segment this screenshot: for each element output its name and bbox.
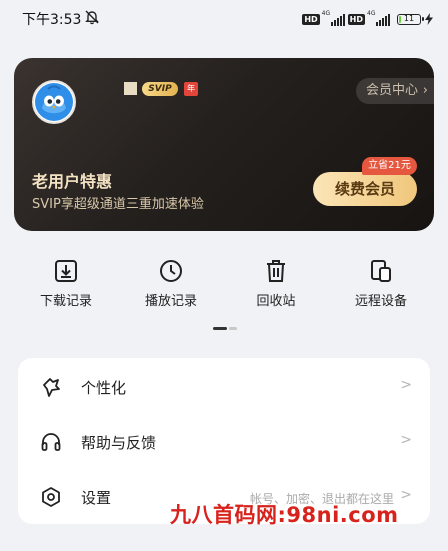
list-item-personalize[interactable]: 个性化 > [18, 360, 430, 414]
hd-badge: HD [302, 14, 320, 25]
svip-badge: SVIP [142, 82, 178, 96]
signal-icon: 4G [322, 10, 345, 26]
clock-icon [131, 258, 211, 284]
quick-action-label: 播放记录 [144, 294, 197, 309]
list-item-label: 设置 [81, 489, 112, 507]
list-item-help-feedback[interactable]: 帮助与反馈 > [18, 415, 430, 469]
quick-action-label: 下载记录 [39, 294, 92, 309]
avatar[interactable] [32, 80, 76, 124]
bell-muted-icon [84, 9, 100, 29]
personalize-icon [40, 376, 62, 398]
page-indicator [213, 327, 237, 330]
charging-icon [424, 10, 434, 29]
quick-actions: 下载记录 播放记录 回收站 远程设备 [14, 258, 434, 318]
signal-icon: 4G [367, 10, 390, 26]
quick-action-downloads[interactable]: 下载记录 [26, 258, 106, 309]
username-placeholder [124, 82, 137, 95]
battery-icon: 11 [397, 14, 424, 25]
chevron-right-icon: > [400, 377, 412, 393]
renew-membership-button[interactable]: 续费会员 [313, 172, 417, 206]
year-badge: 年 [184, 82, 198, 96]
watermark-text: 九八首码网:98ni.com [170, 503, 399, 527]
list-item-label: 个性化 [81, 379, 127, 397]
chevron-right-icon: > [400, 432, 412, 448]
download-box-icon [26, 258, 106, 284]
trash-icon [236, 258, 316, 284]
headset-icon [40, 431, 62, 453]
quick-action-history[interactable]: 播放记录 [131, 258, 211, 309]
member-center-button[interactable]: 会员中心 › [356, 78, 434, 104]
offer-title: 老用户特惠 [32, 172, 113, 191]
list-item-label: 帮助与反馈 [81, 434, 157, 452]
quick-action-recycle-bin[interactable]: 回收站 [236, 258, 316, 309]
settings-hexagon-icon [40, 486, 62, 508]
status-bar: 下午3:53 HD 4G HD 4G 11 [0, 0, 448, 36]
quick-action-label: 回收站 [256, 294, 296, 309]
vip-card[interactable]: SVIP 年 会员中心 › 老用户特惠 SVIP享超级通道三重加速体验 续费会员… [14, 58, 434, 231]
status-time: 下午3:53 [22, 12, 82, 28]
offer-subtitle: SVIP享超级通道三重加速体验 [32, 197, 204, 212]
chevron-right-icon: > [400, 487, 412, 503]
quick-action-label: 远程设备 [354, 294, 407, 309]
member-center-label: 会员中心 [366, 83, 419, 98]
quick-action-remote-devices[interactable]: 远程设备 [341, 258, 421, 309]
status-indicators: HD 4G HD 4G 11 [302, 10, 434, 29]
hd-badge: HD [347, 14, 365, 25]
chevron-right-icon: › [422, 83, 428, 98]
save-tag: 立省21元 [362, 157, 417, 175]
devices-icon [341, 258, 421, 284]
